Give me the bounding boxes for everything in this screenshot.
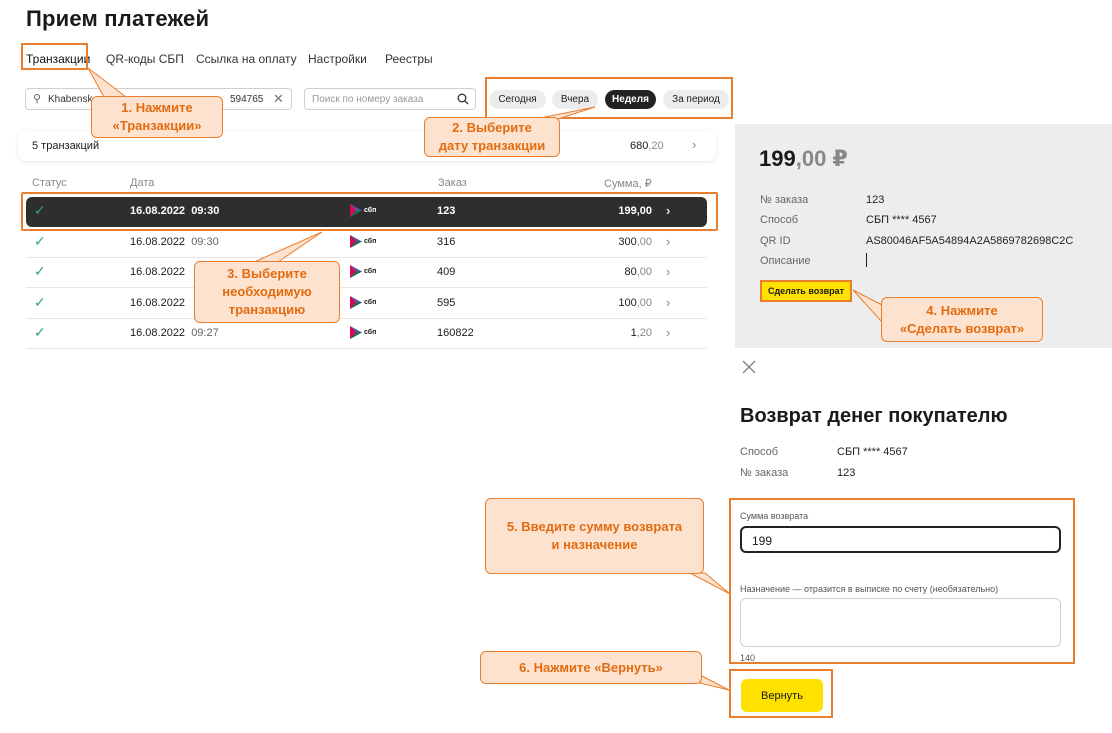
check-icon: ✓ xyxy=(34,263,46,279)
table-row[interactable]: ✓ 16.08.2022 сбп 595 100,00 › xyxy=(26,289,707,319)
search-icon: ⚲ xyxy=(33,93,42,105)
refund-dialog-title: Возврат денег покупателю xyxy=(740,405,1008,427)
check-icon: ✓ xyxy=(34,233,46,249)
column-status: Статус xyxy=(32,177,67,189)
transactions-count: 5 транзакций xyxy=(32,140,100,152)
highlight-period-filters xyxy=(485,77,733,119)
callout-step-1: 1. Нажмите «Транзакции» xyxy=(91,96,223,138)
highlight-selected-row xyxy=(21,192,718,231)
tab-qr-codes[interactable]: QR-коды СБП xyxy=(106,52,184,66)
highlight-return-button xyxy=(729,669,833,718)
details-amount: 199,00 ₽ xyxy=(759,146,848,171)
merchant-value-left: Khabensk xyxy=(48,94,93,105)
chevron-right-icon[interactable]: › xyxy=(666,295,670,310)
make-refund-button[interactable]: Сделать возврат xyxy=(760,280,852,302)
column-amount: Сумма, ₽ xyxy=(604,178,652,190)
close-icon[interactable] xyxy=(741,359,757,375)
check-icon: ✓ xyxy=(34,324,46,340)
details-description-key: Описание xyxy=(760,255,811,267)
row-date: 16.08.2022 09:27 xyxy=(130,327,219,339)
row-date: 16.08.2022 09:30 xyxy=(130,236,219,248)
callout-step-6: 6. Нажмите «Вернуть» xyxy=(480,651,702,684)
merchant-value-right: 594765 xyxy=(230,94,264,105)
callout-step-3: 3. Выберите необходимую транзакцию xyxy=(194,261,340,323)
details-order-key: № заказа xyxy=(760,194,809,206)
row-order: 595 xyxy=(437,297,456,309)
table-row[interactable]: ✓ 16.08.2022 09:30 сбп 316 300,00 › xyxy=(26,228,707,258)
refund-method-value: СБП **** 4567 xyxy=(837,446,908,458)
details-qr-value: AS80046AF5A54894A2A5869782698C2C xyxy=(866,235,1074,247)
transactions-sum: 680,20 xyxy=(630,140,664,152)
refund-order-key: № заказа xyxy=(740,467,789,479)
details-order-value: 123 xyxy=(866,194,885,206)
search-icon[interactable] xyxy=(457,93,469,105)
row-amount: 1,20 xyxy=(630,327,652,339)
text-cursor xyxy=(866,253,867,267)
sbp-logo-icon: сбп xyxy=(350,326,376,339)
refund-order-value: 123 xyxy=(837,467,856,479)
row-amount: 100,00 xyxy=(618,297,652,309)
details-qr-key: QR ID xyxy=(760,235,791,247)
row-date: 16.08.2022 xyxy=(130,297,186,309)
order-search-input[interactable]: Поиск по номеру заказа xyxy=(304,88,476,110)
chevron-right-icon[interactable]: › xyxy=(666,325,670,340)
tab-settings[interactable]: Настройки xyxy=(308,52,367,66)
highlight-transactions-tab xyxy=(21,43,88,70)
callout-step-5: 5. Введите сумму возврата и назначение xyxy=(485,498,704,574)
chevron-right-icon[interactable]: › xyxy=(666,234,670,249)
sbp-logo-icon: сбп xyxy=(350,265,376,278)
chevron-right-icon[interactable]: › xyxy=(666,264,670,279)
details-method-value: СБП **** 4567 xyxy=(866,214,937,226)
sbp-logo-icon: сбп xyxy=(350,296,376,309)
tab-payment-link[interactable]: Ссылка на оплату xyxy=(196,52,297,66)
row-date: 16.08.2022 xyxy=(130,266,186,278)
page-title: Прием платежей xyxy=(26,6,210,31)
details-method-key: Способ xyxy=(760,214,799,226)
column-date: Дата xyxy=(130,177,155,189)
row-amount: 80,00 xyxy=(624,266,652,278)
sbp-logo-icon: сбп xyxy=(350,235,376,248)
table-row[interactable]: ✓ 16.08.2022 09:27 сбп 160822 1,20 › xyxy=(26,319,707,349)
chevron-right-icon[interactable]: › xyxy=(692,137,696,152)
callout-step-2: 2. Выберите дату транзакции xyxy=(424,117,560,157)
column-order: Заказ xyxy=(438,177,467,189)
row-order: 409 xyxy=(437,266,456,278)
clear-icon[interactable]: ✕ xyxy=(273,91,284,107)
order-search-placeholder: Поиск по номеру заказа xyxy=(312,94,424,105)
row-order: 160822 xyxy=(437,327,474,339)
highlight-refund-form xyxy=(729,498,1075,664)
tab-registries[interactable]: Реестры xyxy=(385,52,433,66)
row-order: 316 xyxy=(437,236,456,248)
check-icon: ✓ xyxy=(34,294,46,310)
callout-step-4: 4. Нажмите «Сделать возврат» xyxy=(881,297,1043,342)
table-row[interactable]: ✓ 16.08.2022 сбп 409 80,00 › xyxy=(26,258,707,288)
refund-method-key: Способ xyxy=(740,446,779,458)
row-amount: 300,00 xyxy=(618,236,652,248)
